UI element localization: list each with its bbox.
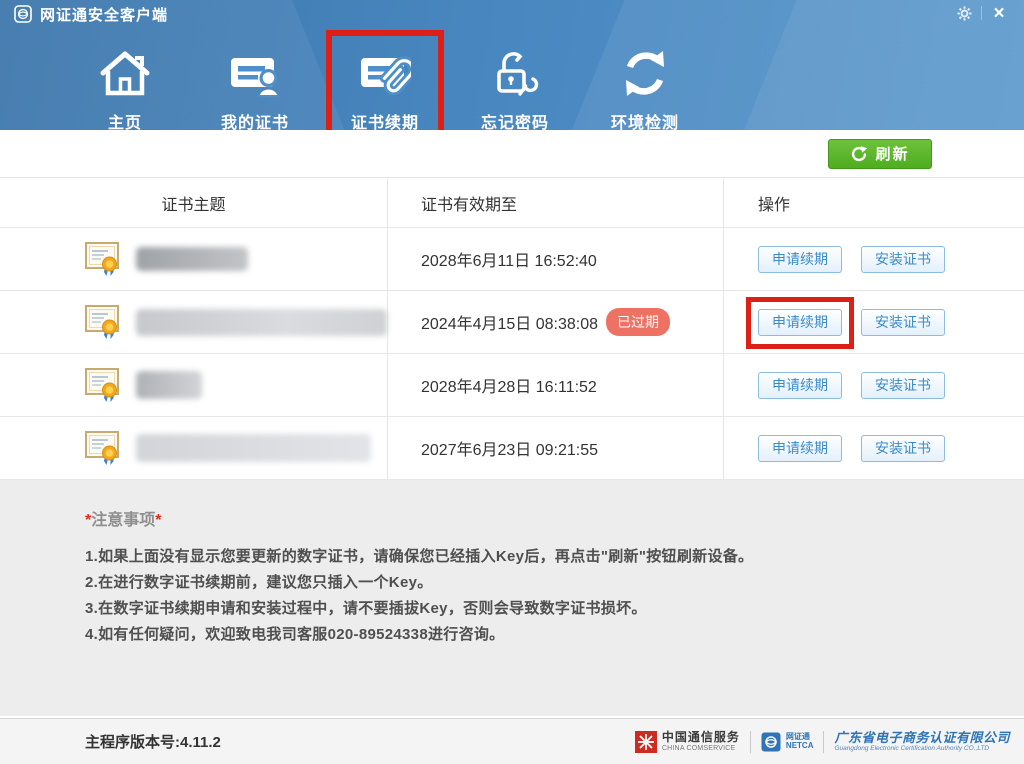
install-cert-button[interactable]: 安装证书	[861, 246, 945, 273]
certificate-icon	[84, 303, 122, 341]
column-header-operation: 操作	[723, 178, 1024, 227]
note-item: 1.如果上面没有显示您要更新的数字证书，请确保您已经插入Key后，再点击"刷新"…	[85, 544, 1004, 570]
id-card-person-icon	[229, 34, 281, 100]
nav-label-my-certs: 我的证书	[221, 109, 289, 130]
nav-item-env-check[interactable]: 环境检测	[595, 34, 695, 130]
card-paperclip-icon	[359, 34, 411, 100]
gdca-cn-text: 广东省电子商务认证有限公司	[834, 731, 1010, 745]
header: 网证通安全客户端 ×	[0, 0, 1024, 130]
install-cert-button[interactable]: 安装证书	[861, 435, 945, 462]
table-row: 2028年6月11日 16:52:40 申请续期 安装证书	[0, 228, 1024, 291]
expiry-date: 2028年4月28日 16:11:52	[421, 373, 597, 397]
nav-item-my-certs[interactable]: 我的证书	[205, 34, 305, 130]
version-label: 主程序版本号:4.11.2	[85, 731, 221, 752]
nav-label-env-check: 环境检测	[611, 109, 679, 130]
certificate-table: 证书主题 证书有效期至 操作 2028年6月11日 16:52:40	[0, 178, 1024, 480]
certificate-subject-redacted	[136, 434, 371, 462]
certificate-subject-redacted	[136, 309, 387, 336]
column-header-valid-until: 证书有效期至	[387, 178, 723, 227]
netca-footer-icon	[761, 732, 781, 752]
gear-icon	[957, 6, 972, 21]
window-controls: ×	[947, 2, 1016, 24]
expiry-date: 2027年6月23日 09:21:55	[421, 436, 598, 460]
column-header-subject: 证书主题	[0, 178, 387, 227]
certificate-icon	[84, 429, 122, 467]
note-item: 3.在数字证书续期申请和安装过程中，请不要插拔Key，否则会导致数字证书损坏。	[85, 596, 1004, 622]
sync-arrows-icon	[619, 34, 671, 100]
notes-title-text: 注意事项	[91, 512, 155, 529]
gdca-logo: 广东省电子商务认证有限公司 Guangdong Electronic Certi…	[834, 731, 1010, 752]
netca-en-text: NETCA	[786, 742, 814, 751]
install-cert-button[interactable]: 安装证书	[861, 309, 945, 336]
footer-logos: 中国通信服务 CHINA COMSERVICE 网证通 NETCA 广东省电子商…	[635, 731, 1010, 753]
notes-star-right: *	[155, 512, 161, 529]
netca-footer-logo: 网证通 NETCA	[761, 732, 814, 752]
certificate-icon	[84, 366, 122, 404]
table-header-row: 证书主题 证书有效期至 操作	[0, 178, 1024, 228]
notes-section: *注意事项* 1.如果上面没有显示您要更新的数字证书，请确保您已经插入Key后，…	[0, 480, 1024, 716]
nav-item-cert-renewal[interactable]: 证书续期	[335, 34, 435, 130]
note-item: 4.如有任何疑问，欢迎致电我司客服020-89524338进行咨询。	[85, 622, 1004, 648]
lock-wrench-icon	[489, 34, 541, 100]
renew-button[interactable]: 申请续期	[758, 372, 842, 399]
gdca-en-text: Guangdong Electronic Certification Autho…	[834, 745, 1010, 752]
nav-label-forgot-password: 忘记密码	[481, 109, 549, 130]
renew-button[interactable]: 申请续期	[758, 246, 842, 273]
table-row: 2027年6月23日 09:21:55 申请续期 安装证书	[0, 417, 1024, 480]
certificate-subject-redacted	[136, 371, 202, 399]
expired-badge: 已过期	[606, 308, 670, 336]
close-button[interactable]: ×	[982, 2, 1016, 24]
notes-title: *注意事项*	[85, 506, 1004, 530]
nav-item-home[interactable]: 主页	[75, 34, 175, 130]
china-comservice-logo: 中国通信服务 CHINA COMSERVICE	[635, 731, 740, 753]
certificate-subject-redacted	[136, 247, 248, 271]
toolbar: 刷新	[0, 130, 1024, 178]
refresh-icon	[850, 145, 868, 163]
footer: 主程序版本号:4.11.2 中国通信服务 CHINA COMSERVICE	[0, 718, 1024, 764]
home-icon	[99, 34, 151, 100]
renew-button[interactable]: 申请续期	[758, 435, 842, 462]
nav-label-cert-renewal: 证书续期	[351, 109, 419, 130]
expiry-date: 2024年4月15日 08:38:08	[421, 310, 598, 334]
table-row: 2028年4月28日 16:11:52 申请续期 安装证书	[0, 354, 1024, 417]
footer-logo-divider	[750, 731, 751, 753]
close-icon: ×	[993, 4, 1004, 23]
install-cert-button[interactable]: 安装证书	[861, 372, 945, 399]
table-row: 2024年4月15日 08:38:08 已过期 申请续期 安装证书	[0, 291, 1024, 354]
certificate-icon	[84, 240, 122, 278]
nav-item-forgot-password[interactable]: 忘记密码	[465, 34, 565, 130]
titlebar: 网证通安全客户端 ×	[0, 0, 1024, 28]
refresh-label: 刷新	[875, 143, 909, 164]
china-comservice-icon	[635, 731, 657, 753]
main-nav: 主页 我的证书	[75, 34, 725, 130]
nav-label-home: 主页	[108, 109, 142, 130]
comservice-cn-text: 中国通信服务	[662, 731, 740, 744]
note-item: 2.在进行数字证书续期前，建议您只插入一个Key。	[85, 570, 1004, 596]
comservice-en-text: CHINA COMSERVICE	[662, 745, 740, 752]
renew-button[interactable]: 申请续期	[758, 309, 842, 336]
app-title: 网证通安全客户端	[40, 4, 168, 25]
footer-logo-divider	[823, 731, 824, 753]
netca-logo-icon	[14, 5, 32, 23]
app-window: 网证通安全客户端 ×	[0, 0, 1024, 764]
settings-button[interactable]	[947, 2, 981, 24]
refresh-button[interactable]: 刷新	[828, 139, 932, 169]
expiry-date: 2028年6月11日 16:52:40	[421, 247, 597, 271]
